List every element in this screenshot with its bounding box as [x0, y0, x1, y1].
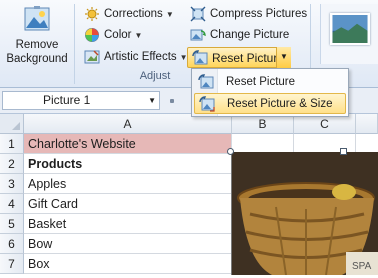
row-header[interactable]: 6 — [0, 234, 24, 254]
name-box-resize-handle[interactable] — [170, 99, 174, 103]
corrections-label: Corrections — [104, 8, 163, 20]
column-header-d[interactable] — [356, 114, 378, 134]
select-all-button[interactable] — [0, 114, 24, 134]
color-button[interactable]: Color ▼ — [84, 25, 142, 45]
compress-pictures-button[interactable]: Compress Pictures — [190, 4, 307, 24]
column-header-a[interactable]: A — [24, 114, 232, 134]
chevron-down-icon: ▼ — [280, 52, 288, 61]
resize-handle[interactable] — [227, 148, 234, 155]
compress-pictures-icon — [190, 6, 206, 22]
chevron-down-icon: ▼ — [165, 9, 174, 19]
reset-picture-icon — [198, 73, 214, 88]
column-header-b[interactable]: B — [232, 114, 294, 134]
reset-picture-and-size-icon — [199, 95, 215, 112]
cell-b1[interactable] — [232, 134, 294, 154]
cell-a5[interactable]: Basket — [24, 214, 232, 234]
artistic-effects-icon — [84, 50, 100, 64]
reset-picture-menu: Reset Picture Reset Picture & Size — [191, 68, 349, 117]
cell-a4[interactable]: Gift Card — [24, 194, 232, 214]
basket-image-icon: SPA — [232, 152, 378, 276]
corrections-icon — [85, 7, 99, 21]
svg-text:SPA: SPA — [352, 261, 372, 272]
name-box-value: Picture 1 — [43, 93, 91, 107]
row-header[interactable]: 5 — [0, 214, 24, 234]
change-picture-button[interactable]: Change Picture — [190, 25, 289, 45]
resize-handle[interactable] — [340, 148, 347, 155]
color-icon — [85, 28, 99, 42]
cell-a7[interactable]: Box — [24, 254, 232, 274]
menu-item-label: Reset Picture & Size — [227, 97, 333, 110]
reset-picture-dropdown-arrow[interactable]: ▼ — [276, 47, 291, 68]
column-header-c[interactable]: C — [294, 114, 356, 134]
change-picture-label: Change Picture — [210, 29, 290, 41]
reset-picture-label: Reset Picture — [212, 50, 285, 65]
row-header[interactable]: 1 — [0, 134, 24, 154]
picture-style-gallery[interactable] — [320, 4, 378, 64]
picture-style-thumbnail-icon — [330, 13, 370, 45]
row-header[interactable]: 7 — [0, 254, 24, 274]
cell-a2[interactable]: Products — [24, 154, 232, 174]
remove-background-icon — [24, 6, 50, 31]
color-label: Color — [104, 29, 132, 41]
change-picture-icon — [190, 29, 206, 41]
artistic-effects-button[interactable]: Artistic Effects ▼ — [84, 47, 188, 67]
menu-item-reset-picture-and-size[interactable]: Reset Picture & Size — [194, 93, 346, 114]
artistic-effects-label: Artistic Effects — [104, 51, 177, 63]
chevron-down-icon: ▼ — [134, 30, 143, 40]
compress-pictures-label: Compress Pictures — [210, 8, 308, 20]
spreadsheet-grid: A B C 1 Charlotte's Website 2 Products 3… — [0, 114, 378, 276]
row-header[interactable]: 3 — [0, 174, 24, 194]
cell-a6[interactable]: Bow — [24, 234, 232, 254]
corrections-button[interactable]: Corrections ▼ — [84, 4, 174, 24]
row-header[interactable]: 2 — [0, 154, 24, 174]
cell-a3[interactable]: Apples — [24, 174, 232, 194]
remove-background-label: Remove Background — [6, 39, 68, 65]
name-box[interactable]: Picture 1 ▼ — [2, 91, 160, 110]
reset-picture-icon — [192, 49, 208, 64]
chevron-down-icon[interactable]: ▼ — [148, 92, 156, 109]
menu-item-label: Reset Picture — [226, 75, 296, 88]
cell-a1[interactable]: Charlotte's Website — [24, 134, 232, 154]
remove-background-button[interactable]: Remove Background — [3, 4, 71, 68]
basket-picture[interactable]: SPA — [227, 148, 378, 276]
menu-item-reset-picture[interactable]: Reset Picture — [194, 71, 346, 92]
row-header[interactable]: 4 — [0, 194, 24, 214]
